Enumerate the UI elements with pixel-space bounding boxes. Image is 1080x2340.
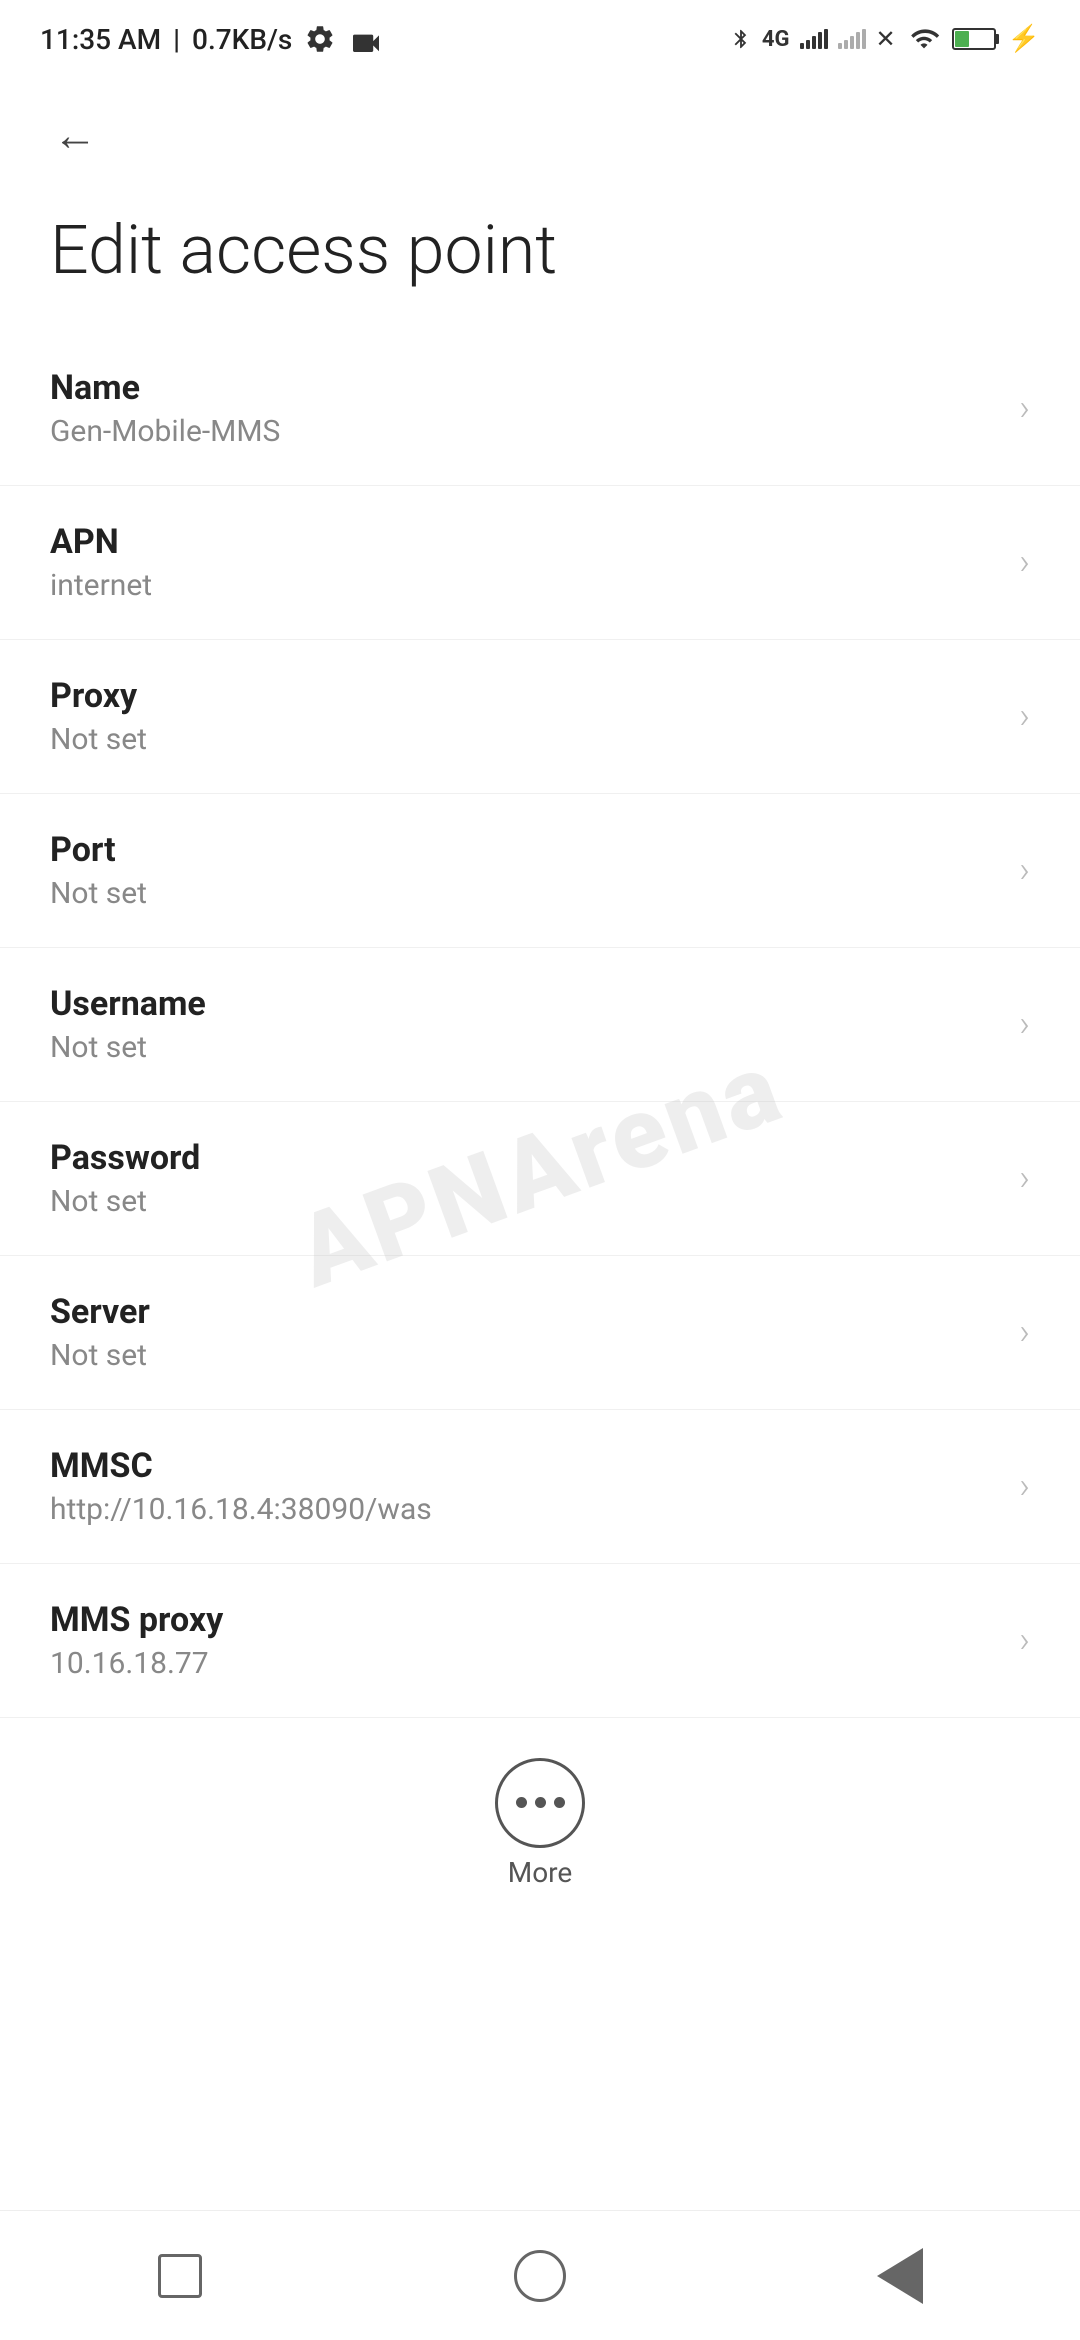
status-right: 4G ✕ ⚡	[730, 23, 1040, 55]
data-speed: 0.7KB/s	[192, 23, 292, 56]
settings-item-value-mmsc: http://10.16.18.4:38090/was	[50, 1492, 999, 1527]
wifi-icon	[906, 25, 942, 53]
more-label: More	[508, 1856, 573, 1889]
chevron-right-icon-port: ›	[1019, 849, 1030, 891]
nav-back-button[interactable]	[840, 2236, 960, 2316]
more-circle-icon	[495, 1758, 585, 1848]
settings-item-content-server: Server Not set	[50, 1292, 999, 1373]
bluetooth-icon	[730, 23, 752, 55]
nav-recent-icon	[158, 2254, 202, 2298]
settings-item-proxy[interactable]: Proxy Not set ›	[0, 640, 1080, 794]
more-dots	[516, 1797, 565, 1808]
settings-item-content-mmsc: MMSC http://10.16.18.4:38090/was	[50, 1446, 999, 1527]
settings-item-value-username: Not set	[50, 1030, 999, 1065]
more-dot-2	[535, 1797, 546, 1808]
settings-item-server[interactable]: Server Not set ›	[0, 1256, 1080, 1410]
charging-icon: ⚡	[1008, 24, 1040, 54]
chevron-right-icon-name: ›	[1019, 387, 1030, 429]
settings-item-label-mmsc: MMSC	[50, 1446, 999, 1486]
settings-item-value-mms-proxy: 10.16.18.77	[50, 1646, 999, 1681]
settings-item-apn[interactable]: APN internet ›	[0, 486, 1080, 640]
settings-item-content-proxy: Proxy Not set	[50, 676, 999, 757]
more-dot-3	[554, 1797, 565, 1808]
settings-item-name[interactable]: Name Gen-Mobile-MMS ›	[0, 332, 1080, 486]
settings-item-label-server: Server	[50, 1292, 999, 1332]
more-dot-1	[516, 1797, 527, 1808]
chevron-right-icon-proxy: ›	[1019, 695, 1030, 737]
status-bar: 11:35 AM | 0.7KB/s 4G	[0, 0, 1080, 70]
settings-item-label-mms-proxy: MMS proxy	[50, 1600, 999, 1640]
no-signal-icon: ✕	[876, 25, 896, 53]
settings-item-content-username: Username Not set	[50, 984, 999, 1065]
nav-recent-button[interactable]	[120, 2236, 240, 2316]
settings-item-label-password: Password	[50, 1138, 999, 1178]
settings-item-value-server: Not set	[50, 1338, 999, 1373]
nav-home-button[interactable]	[480, 2236, 600, 2316]
settings-list: Name Gen-Mobile-MMS › APN internet › Pro…	[0, 332, 1080, 1718]
chevron-right-icon-mmsc: ›	[1019, 1465, 1030, 1507]
settings-item-mms-proxy[interactable]: MMS proxy 10.16.18.77 ›	[0, 1564, 1080, 1718]
signal-bars-1	[800, 29, 828, 49]
settings-item-content-name: Name Gen-Mobile-MMS	[50, 368, 999, 449]
settings-item-label-port: Port	[50, 830, 999, 870]
settings-item-content-password: Password Not set	[50, 1138, 999, 1219]
signal-bars-2	[838, 29, 866, 49]
settings-item-label-name: Name	[50, 368, 999, 408]
chevron-right-icon-password: ›	[1019, 1157, 1030, 1199]
chevron-right-icon-username: ›	[1019, 1003, 1030, 1045]
speed-display: |	[173, 23, 180, 56]
back-arrow-icon: ←	[53, 113, 97, 157]
page-title: Edit access point	[0, 190, 1080, 332]
settings-item-label-proxy: Proxy	[50, 676, 999, 716]
settings-icon	[304, 23, 336, 55]
settings-item-value-port: Not set	[50, 876, 999, 911]
settings-item-value-password: Not set	[50, 1184, 999, 1219]
back-button[interactable]: ←	[40, 100, 110, 170]
chevron-right-icon-server: ›	[1019, 1311, 1030, 1353]
settings-item-content-mms-proxy: MMS proxy 10.16.18.77	[50, 1600, 999, 1681]
settings-item-value-apn: internet	[50, 568, 999, 603]
camera-icon	[348, 26, 384, 52]
settings-item-port[interactable]: Port Not set ›	[0, 794, 1080, 948]
settings-item-content-apn: APN internet	[50, 522, 999, 603]
settings-item-mmsc[interactable]: MMSC http://10.16.18.4:38090/was ›	[0, 1410, 1080, 1564]
status-left: 11:35 AM | 0.7KB/s	[40, 23, 384, 56]
time-display: 11:35 AM	[40, 23, 161, 56]
more-section: More	[0, 1718, 1080, 1919]
settings-item-value-proxy: Not set	[50, 722, 999, 757]
battery-icon	[952, 28, 996, 50]
nav-home-icon	[514, 2250, 566, 2302]
settings-item-label-apn: APN	[50, 522, 999, 562]
settings-item-label-username: Username	[50, 984, 999, 1024]
network-badge: 4G	[762, 27, 790, 52]
settings-item-value-name: Gen-Mobile-MMS	[50, 414, 999, 449]
chevron-right-icon-mms-proxy: ›	[1019, 1619, 1030, 1661]
chevron-right-icon-apn: ›	[1019, 541, 1030, 583]
settings-item-username[interactable]: Username Not set ›	[0, 948, 1080, 1102]
nav-bar	[0, 2210, 1080, 2340]
toolbar: ←	[0, 70, 1080, 190]
nav-back-icon	[877, 2248, 923, 2304]
settings-item-content-port: Port Not set	[50, 830, 999, 911]
more-button[interactable]: More	[495, 1758, 585, 1889]
settings-item-password[interactable]: Password Not set ›	[0, 1102, 1080, 1256]
